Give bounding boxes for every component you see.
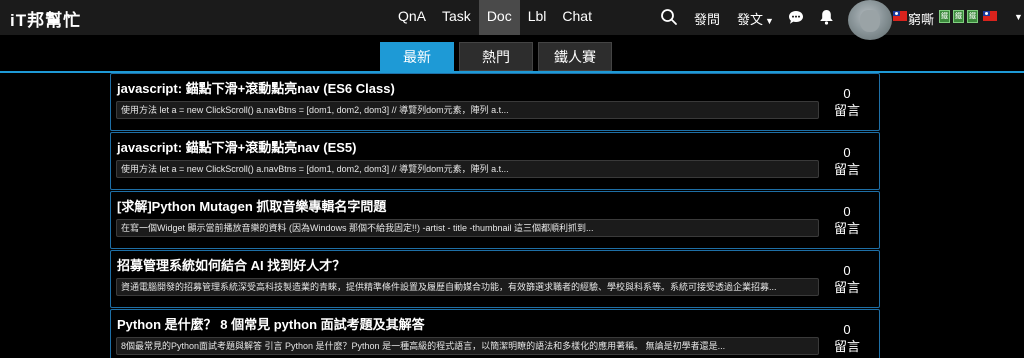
site-logo[interactable]: iT邦幫忙 [10,6,81,31]
post-title[interactable]: javascript: 錨點下滑+滾動點亮nav (ES5) [117,137,356,156]
comment-count-value: 0 [843,322,851,337]
nav-link-doc[interactable]: Doc [478,0,520,35]
post-excerpt: 使用方法 let a = new ClickScroll() a.navBtns… [116,160,819,178]
comment-count-value: 0 [843,263,851,278]
comment-count: 0 留言 [821,203,873,237]
post-menu-label: 發文 [737,12,764,27]
post-excerpt: 8個最常見的Python面試考題與解答 引言 Python 是什麼？Python… [116,337,819,355]
comment-count-label: 留言 [833,221,860,236]
comment-count-value: 0 [843,204,851,219]
post-title[interactable]: [求解]Python Mutagen 抓取音樂專輯名字問題 [117,196,386,215]
post-list: javascript: 錨點下滑+滾動點亮nav (ES6 Class) 使用方… [110,73,880,358]
doc-tabs: 最新 熱門 鐵人賽 [380,42,612,71]
comment-count-label: 留言 [833,280,860,295]
list-item[interactable]: [求解]Python Mutagen 抓取音樂專輯名字問題 在寫一個Widget… [110,191,880,249]
taiwan-flag-icon [893,11,907,21]
post-title[interactable]: 招募管理系統如何結合 AI 找到好人才？ [117,255,345,274]
bell-icon[interactable] [819,9,834,25]
chat-bubble-icon[interactable] [788,10,804,25]
nav-link-qna[interactable]: QnA [390,0,434,35]
post-title[interactable]: Python 是什麼？ 8 個常見 python 面試考題及其解答 [117,314,425,333]
top-navbar: iT邦幫忙 QnA Task Doc Lbl Chat 發問 發文 ▼ 窮嘶 鐵 … [0,0,1024,40]
post-menu-button[interactable]: 發文 ▼ [737,9,774,28]
list-item[interactable]: javascript: 錨點下滑+滾動點亮nav (ES6 Class) 使用方… [110,73,880,131]
comment-count-value: 0 [843,86,851,101]
avatar[interactable] [848,0,892,40]
iron-badge-icon: 鐵 [953,10,964,23]
comment-count: 0 留言 [821,144,873,178]
comment-count-label: 留言 [833,339,860,354]
comment-count: 0 留言 [821,85,873,119]
publish-question-button[interactable]: 發問 [694,9,720,28]
chevron-down-icon[interactable]: ▼ [1014,12,1023,22]
post-excerpt: 在寫一個Widget 顯示當前播放音樂的資料 (因為Windows 那個不給我固… [116,219,819,237]
comment-count-label: 留言 [833,162,860,177]
nav-link-lbl[interactable]: Lbl [520,0,555,35]
nav-link-chat[interactable]: Chat [554,0,600,35]
username[interactable]: 窮嘶 [908,9,934,28]
iron-badge-icon: 鐵 [967,10,978,23]
tab-latest[interactable]: 最新 [380,42,454,71]
list-item[interactable]: Python 是什麼？ 8 個常見 python 面試考題及其解答 8個最常見的… [110,309,880,358]
chevron-down-icon: ▼ [765,16,774,26]
taiwan-flag-icon [983,11,997,21]
list-item[interactable]: javascript: 錨點下滑+滾動點亮nav (ES5) 使用方法 let … [110,132,880,190]
tab-popular[interactable]: 熱門 [459,42,533,71]
comment-count: 0 留言 [821,321,873,355]
post-excerpt: 使用方法 let a = new ClickScroll() a.navBtns… [116,101,819,119]
search-icon[interactable] [660,8,678,26]
iron-badge-icon: 鐵 [939,10,950,23]
nav-link-task[interactable]: Task [434,0,479,35]
post-excerpt: 資通電腦開發的招募管理系統深受高科技製造業的青睞，提供精準條件設置及履歷自動媒合… [116,278,819,296]
comment-count-value: 0 [843,145,851,160]
list-item[interactable]: 招募管理系統如何結合 AI 找到好人才？ 資通電腦開發的招募管理系統深受高科技製… [110,250,880,308]
main-nav: QnA Task Doc Lbl Chat [390,0,600,35]
post-title[interactable]: javascript: 錨點下滑+滾動點亮nav (ES6 Class) [117,78,395,97]
comment-count: 0 留言 [821,262,873,296]
comment-count-label: 留言 [833,103,860,118]
tab-ironman[interactable]: 鐵人賽 [538,42,612,71]
